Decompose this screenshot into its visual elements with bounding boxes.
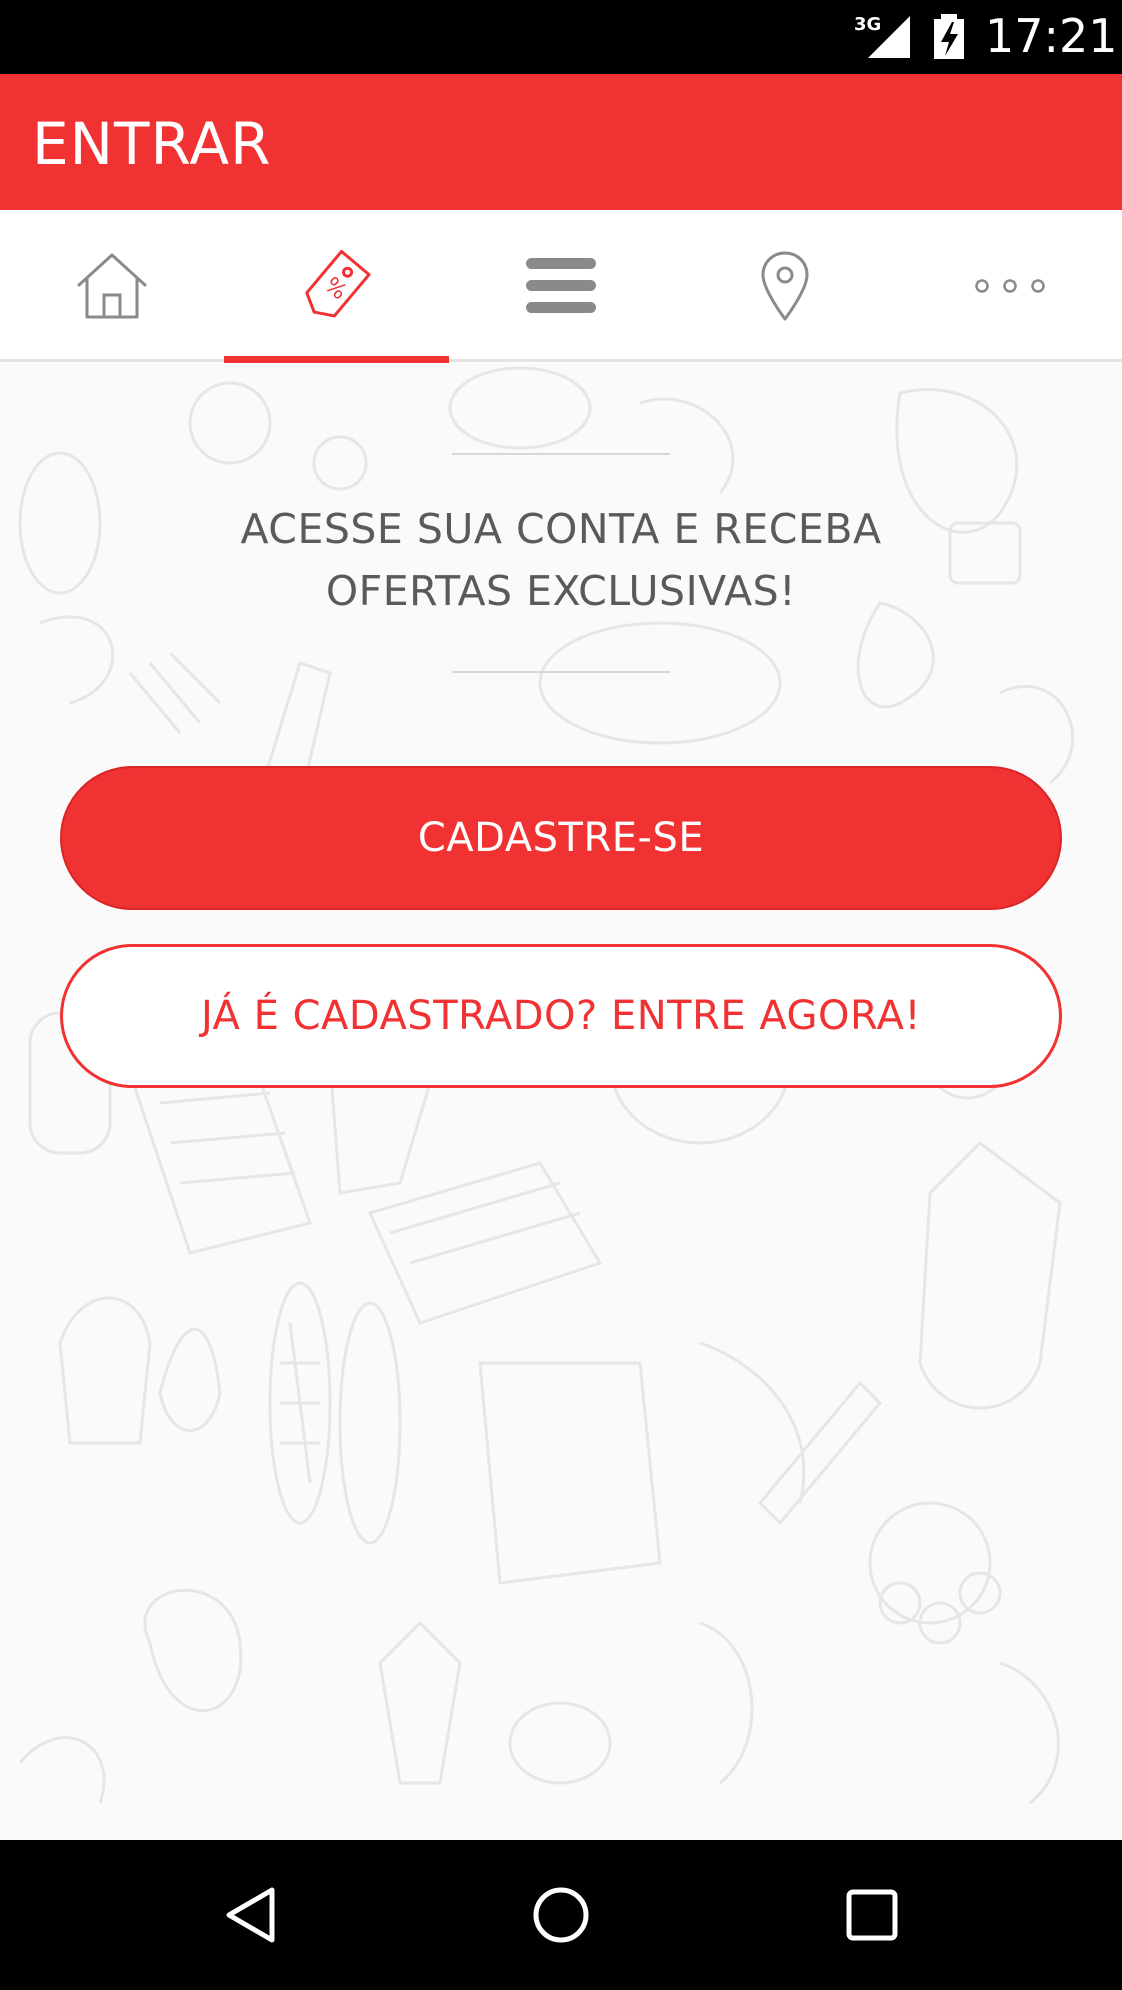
login-button[interactable]: JÁ É CADASTRADO? ENTRE AGORA! [60,944,1062,1088]
home-circle-icon [533,1887,589,1943]
login-prompt-line-1: ACESSE SUA CONTA E RECEBA [240,505,882,553]
register-button[interactable]: CADASTRE-SE [60,766,1062,910]
location-pin-icon [761,251,809,321]
tab-offers[interactable]: % [224,210,448,362]
page-title: ENTRAR [32,110,272,178]
network-type-label: 3G [854,14,881,35]
cellular-signal-icon: 3G [854,14,910,58]
tab-bar: % [0,210,1122,362]
recents-icon [846,1889,898,1941]
tab-home[interactable] [0,210,224,362]
battery-charging-icon [934,14,964,59]
app-toolbar: ENTRAR [0,74,1122,210]
back-button[interactable] [170,1840,330,1990]
top-divider [452,453,670,455]
recents-button[interactable] [792,1840,952,1990]
login-prompt: ACESSE SUA CONTA E RECEBA OFERTAS EXCLUS… [161,498,961,622]
menu-icon [526,258,596,313]
system-nav-bar [0,1840,1122,1990]
home-button[interactable] [481,1840,641,1990]
clock: 17:21 [985,9,1118,63]
selected-tab-indicator [224,356,449,363]
tab-more[interactable] [898,210,1122,362]
status-bar: 3G 17:21 [0,0,1122,74]
discount-tag-icon: % [305,249,371,318]
tab-menu[interactable] [449,210,673,362]
home-icon [77,253,147,319]
tab-location[interactable] [673,210,897,362]
bottom-divider [452,671,670,673]
more-icon [975,279,1045,293]
login-prompt-line-2: OFERTAS EXCLUSIVAS! [325,567,797,615]
main-content: ACESSE SUA CONTA E RECEBA OFERTAS EXCLUS… [0,363,1122,1840]
back-icon [226,1887,275,1943]
